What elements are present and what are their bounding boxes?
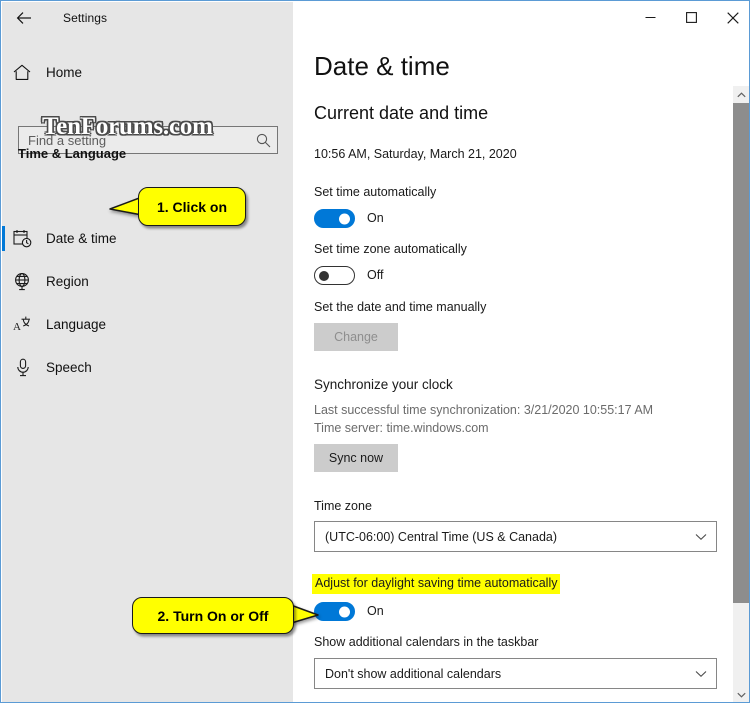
set-time-automatically-state: On [367,211,384,225]
chevron-down-icon [737,692,746,698]
title-bar: Settings [2,2,749,33]
sidebar-group-header: Time & Language [18,146,127,161]
app-title: Settings [63,10,108,25]
sidebar-item-label: Region [46,274,89,289]
sidebar-item-language[interactable]: A Language [2,304,293,345]
maximize-button[interactable] [669,2,714,33]
title-bar-right [293,2,749,33]
page-title: Date & time [314,51,450,81]
home-icon [2,64,42,81]
minimize-button[interactable] [628,2,673,33]
globe-icon [2,272,43,291]
daylight-saving-label: Adjust for daylight saving time automati… [312,574,561,594]
close-icon [726,11,739,24]
selection-indicator [2,226,5,251]
toggle-knob [339,606,350,617]
scroll-up-button[interactable] [733,86,749,103]
set-time-automatically-toggle[interactable] [314,209,355,228]
additional-calendars-value: Don't show additional calendars [325,666,502,681]
sidebar-home-label: Home [46,64,83,80]
sidebar-item-region[interactable]: Region [2,261,293,302]
main-content: Date & time Current date and time 10:56 … [293,33,749,702]
callout-step-2: 2. Turn On or Off [132,597,294,634]
set-timezone-automatically-state: Off [367,268,384,282]
settings-window: Settings Home Find a setting TenForums.c… [0,0,750,703]
content-scrollbar[interactable] [733,86,749,702]
time-zone-dropdown[interactable]: (UTC-06:00) Central Time (US & Canada) [314,521,717,552]
additional-calendars-label: Show additional calendars in the taskbar [314,635,539,649]
sidebar-item-label: Language [46,317,107,332]
maximize-icon [686,12,697,23]
set-manually-label: Set the date and time manually [314,300,487,314]
current-datetime-value: 10:56 AM, Saturday, March 21, 2020 [314,147,517,161]
scrollbar-thumb[interactable] [733,103,749,603]
sidebar-item-label: Date & time [46,231,117,246]
toggle-knob [319,270,329,281]
chevron-up-icon [737,91,746,97]
daylight-saving-state: On [367,604,384,618]
sidebar-item-label: Speech [46,360,92,375]
search-icon[interactable] [249,133,277,148]
back-button[interactable] [2,2,46,33]
daylight-saving-toggle[interactable] [314,602,355,621]
change-button[interactable]: Change [314,323,398,351]
svg-text:A: A [13,321,21,333]
time-zone-value: (UTC-06:00) Central Time (US & Canada) [325,529,558,544]
time-zone-label: Time zone [314,499,372,513]
sidebar-item-speech[interactable]: Speech [2,347,293,388]
set-timezone-automatically-label: Set time zone automatically [314,242,467,256]
close-button[interactable] [710,2,749,33]
title-bar-left: Settings [2,2,293,33]
back-arrow-icon [16,11,31,24]
calendar-clock-icon [2,229,43,248]
current-datetime-heading: Current date and time [314,103,489,123]
language-icon: A [2,315,43,334]
sync-now-button[interactable]: Sync now [314,444,398,472]
microphone-icon [2,358,43,377]
set-timezone-automatically-toggle[interactable] [314,266,355,285]
synchronize-heading: Synchronize your clock [314,377,453,392]
last-sync-text: Last successful time synchronization: 3/… [314,403,654,417]
callout-step-1: 1. Click on [138,187,246,226]
chevron-down-icon [686,533,716,541]
scroll-down-button[interactable] [733,686,749,702]
sidebar-item-home[interactable]: Home [2,57,293,87]
time-server-text: Time server: time.windows.com [314,421,489,435]
toggle-knob [339,213,350,224]
additional-calendars-dropdown[interactable]: Don't show additional calendars [314,658,717,689]
chevron-down-icon [686,670,716,678]
set-time-automatically-label: Set time automatically [314,185,437,199]
